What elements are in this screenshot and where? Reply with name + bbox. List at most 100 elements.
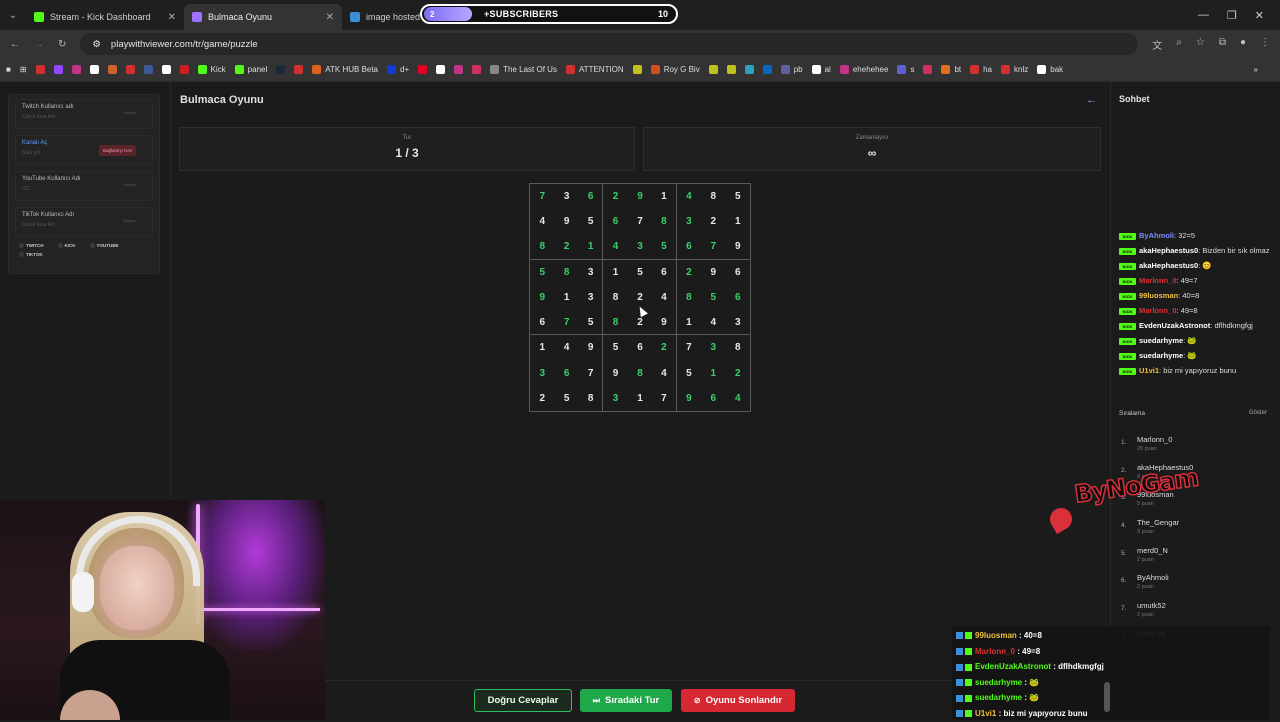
sudoku-cell[interactable]: 6 bbox=[579, 184, 604, 210]
apps-grid-icon[interactable]: ⊞ bbox=[20, 65, 27, 74]
sudoku-cell[interactable]: 3 bbox=[554, 184, 578, 209]
translate-icon[interactable]: 文 bbox=[1152, 37, 1162, 52]
sudoku-cell[interactable]: 7 bbox=[628, 209, 652, 234]
sudoku-cell[interactable]: 8 bbox=[554, 260, 578, 285]
bookmark-item[interactable]: bak bbox=[1037, 65, 1063, 74]
bookmark-item[interactable] bbox=[276, 65, 286, 74]
browser-tab[interactable]: Stream - Kick Dashboard ✕ bbox=[26, 4, 184, 30]
sudoku-cell[interactable]: 4 bbox=[726, 386, 750, 411]
maximize-icon[interactable]: ❐ bbox=[1227, 9, 1237, 22]
sudoku-cell[interactable]: 1 bbox=[628, 386, 652, 411]
bookmark-item[interactable]: al bbox=[811, 65, 831, 74]
bookmark-item[interactable] bbox=[726, 65, 736, 74]
sudoku-cell[interactable]: 9 bbox=[725, 234, 750, 260]
sudoku-cell[interactable]: 5 bbox=[677, 361, 701, 386]
sudoku-cell[interactable]: 5 bbox=[628, 260, 652, 285]
bookmark-item[interactable]: s bbox=[897, 65, 914, 74]
sudoku-cell[interactable]: 1 bbox=[603, 260, 627, 285]
disconnect-button[interactable]: Bağlantıyı Kes bbox=[98, 145, 136, 156]
sudoku-cell[interactable]: 2 bbox=[677, 260, 701, 285]
bookmark-item[interactable] bbox=[35, 65, 45, 74]
bookmark-item[interactable]: ATTENTION bbox=[565, 65, 624, 74]
bookmark-item[interactable] bbox=[454, 65, 464, 74]
sudoku-cell[interactable]: 9 bbox=[677, 386, 701, 411]
platform-chip[interactable]: YOUTUBE bbox=[90, 243, 119, 248]
chat-overlay-scrollbar[interactable] bbox=[1104, 682, 1110, 712]
sudoku-cell[interactable]: 4 bbox=[530, 209, 554, 234]
chat-username[interactable]: EvdenUzakAstronot bbox=[1139, 321, 1210, 330]
bookmark-item[interactable] bbox=[418, 65, 428, 74]
sudoku-cell[interactable]: 8 bbox=[603, 310, 628, 336]
sudoku-cell[interactable]: 1 bbox=[578, 234, 604, 260]
bookmark-item[interactable] bbox=[161, 65, 171, 74]
sudoku-cell[interactable]: 6 bbox=[603, 209, 627, 234]
connect-link[interactable]: Bağlan bbox=[124, 110, 136, 115]
sudoku-cell[interactable]: 2 bbox=[701, 209, 725, 234]
sudoku-cell[interactable]: 2 bbox=[726, 361, 750, 386]
back-icon[interactable]: ← bbox=[10, 39, 20, 50]
bookmark-item[interactable] bbox=[53, 65, 63, 74]
platform-chip[interactable]: KICK bbox=[58, 243, 76, 248]
bookmark-item[interactable] bbox=[71, 65, 81, 74]
bookmark-item[interactable]: knlz bbox=[1001, 65, 1028, 74]
sudoku-cell[interactable]: 4 bbox=[554, 335, 578, 360]
bookmark-item[interactable] bbox=[762, 65, 772, 74]
platform-item[interactable]: Twitch Kullanıcı adı Canal Kısa Adı Bağlan bbox=[15, 99, 153, 129]
bookmark-item[interactable] bbox=[744, 65, 754, 74]
chat-username[interactable]: akaHephaestus0 bbox=[1139, 246, 1198, 255]
sudoku-cell[interactable]: 8 bbox=[530, 234, 555, 260]
sudoku-cell[interactable]: 3 bbox=[530, 361, 554, 386]
sudoku-cell[interactable]: 4 bbox=[652, 360, 677, 386]
sudoku-cell[interactable]: 2 bbox=[652, 335, 677, 361]
sudoku-cell[interactable]: 4 bbox=[652, 284, 677, 311]
sudoku-cell[interactable]: 9 bbox=[603, 361, 627, 386]
bookmark-item[interactable]: pb bbox=[780, 65, 803, 74]
sudoku-cell[interactable]: 4 bbox=[603, 234, 628, 260]
sudoku-cell[interactable]: 6 bbox=[676, 234, 702, 260]
bookmark-item[interactable] bbox=[708, 65, 718, 74]
correct-answers-button[interactable]: Doğru Cevaplar bbox=[474, 689, 572, 712]
sudoku-cell[interactable]: 9 bbox=[530, 285, 554, 310]
sudoku-cell[interactable]: 3 bbox=[579, 284, 604, 311]
reload-icon[interactable]: ↻ bbox=[58, 39, 66, 50]
sudoku-cell[interactable]: 9 bbox=[579, 335, 604, 361]
bookmark-item[interactable] bbox=[472, 65, 482, 74]
bookmark-item[interactable] bbox=[179, 65, 189, 74]
sudoku-cell[interactable]: 7 bbox=[652, 385, 677, 411]
bookmark-item[interactable] bbox=[107, 65, 117, 74]
sudoku-cell[interactable]: 6 bbox=[530, 310, 555, 336]
show-toggle[interactable]: Göster bbox=[1249, 410, 1267, 416]
sudoku-cell[interactable]: 3 bbox=[677, 209, 701, 234]
platform-chip[interactable]: TWITCH bbox=[19, 243, 44, 248]
sudoku-cell[interactable]: 8 bbox=[579, 385, 604, 411]
bookmark-item[interactable] bbox=[125, 65, 135, 74]
sudoku-cell[interactable]: 7 bbox=[701, 234, 726, 260]
tab-search-icon[interactable]: ⌄ bbox=[0, 2, 26, 28]
browser-menu-icon[interactable]: ⋮ bbox=[1260, 37, 1270, 52]
bookmark-item[interactable] bbox=[632, 65, 642, 74]
bookmark-item[interactable] bbox=[436, 65, 446, 74]
bookmark-item[interactable]: panel bbox=[234, 65, 267, 74]
sudoku-cell[interactable]: 1 bbox=[701, 361, 725, 386]
sudoku-cell[interactable]: 6 bbox=[701, 386, 725, 411]
bookmark-item[interactable]: Roy G Biv bbox=[650, 65, 700, 74]
sudoku-cell[interactable]: 5 bbox=[554, 386, 578, 411]
chat-username[interactable]: 99luosman bbox=[1139, 291, 1178, 300]
sudoku-cell[interactable]: 7 bbox=[530, 184, 554, 209]
sudoku-cell[interactable]: 6 bbox=[726, 285, 750, 310]
platform-chip[interactable]: TIKTOK bbox=[19, 252, 43, 257]
bookmarks-overflow-icon[interactable]: » bbox=[1254, 65, 1274, 74]
chat-username[interactable]: suedarhyme bbox=[1139, 336, 1183, 345]
sudoku-cell[interactable]: 7 bbox=[554, 310, 579, 336]
tab-close-icon[interactable]: ✕ bbox=[326, 12, 334, 23]
sudoku-cell[interactable]: 2 bbox=[554, 234, 579, 260]
profile-avatar-icon[interactable]: ● bbox=[1240, 37, 1246, 52]
close-window-icon[interactable]: ✕ bbox=[1255, 9, 1264, 22]
bookmark-item[interactable] bbox=[294, 65, 304, 74]
sudoku-cell[interactable]: 7 bbox=[677, 335, 701, 360]
bookmark-item[interactable]: Kick bbox=[197, 65, 226, 74]
sudoku-cell[interactable]: 5 bbox=[603, 335, 627, 360]
sudoku-cell[interactable]: 6 bbox=[652, 259, 677, 285]
sudoku-cell[interactable]: 2 bbox=[603, 184, 627, 209]
forward-icon[interactable]: → bbox=[34, 39, 44, 50]
